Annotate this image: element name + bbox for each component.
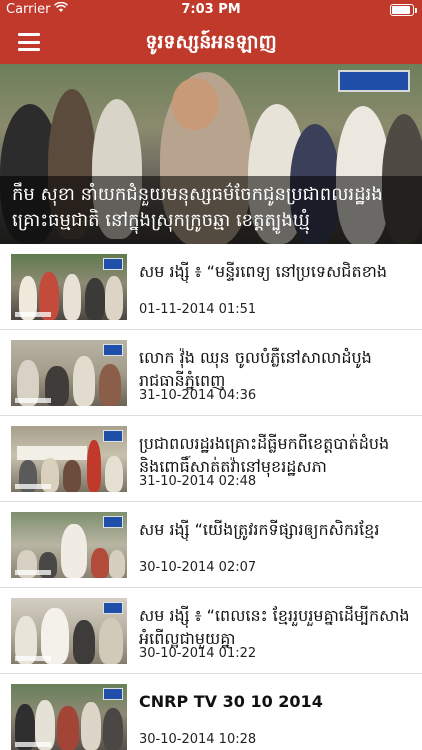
news-thumbnail (11, 684, 127, 750)
news-item[interactable]: CNRP TV 30 10 2014 30-10-2014 10:28 (0, 674, 422, 750)
news-item[interactable]: ប្រជាពលរដ្ឋរងគ្រោះដីធ្លីមកពីខេត្តបាត់ដំប… (0, 416, 422, 502)
news-item[interactable]: សម រង្ស៊ី “យើងត្រូវរកទីផ្សារឲ្យកសិករខ្មែ… (0, 502, 422, 588)
battery-icon (390, 4, 417, 16)
hamburger-menu-icon[interactable] (18, 33, 40, 51)
news-headline: CNRP TV 30 10 2014 (139, 692, 323, 711)
news-headline: លោក វ៉ុង ឈុន ចូលបំភ្លឺនៅសាលាដំបូងរាជធានី… (139, 348, 372, 390)
news-headline: ប្រជាពលរដ្ឋរងគ្រោះដីធ្លីមកពីខេត្តបាត់ដំប… (139, 434, 390, 476)
news-date: 30-10-2014 01:22 (139, 646, 257, 661)
news-headline: សម រង្ស៊ី “យើងត្រូវរកទីផ្សារឲ្យកសិករខ្មែ… (139, 520, 380, 539)
news-thumbnail (11, 512, 127, 578)
news-list: សម រង្ស៊ី ៖ “មន្ទីរពេទ្យ នៅប្រទេសជិតខាង … (0, 244, 422, 750)
news-date: 30-10-2014 10:28 (139, 732, 257, 747)
news-headline: សម រង្ស៊ី ៖ “ពេលនេះ ខ្មែររួបរួមគ្នាដើម្ប… (139, 606, 410, 648)
news-date: 31-10-2014 04:36 (139, 388, 257, 403)
status-bar: Carrier 7:03 PM (0, 0, 422, 20)
news-item[interactable]: សម រង្ស៊ី ៖ “មន្ទីរពេទ្យ នៅប្រទេសជិតខាង … (0, 244, 422, 330)
status-time: 7:03 PM (181, 2, 241, 17)
page-title: ទូរទស្សន៍អនឡាញ (145, 31, 277, 53)
featured-headline: កឹម សុខា នាំយកជំនួយមនុស្សធម៌ចែកជូនប្រជាព… (12, 184, 383, 231)
news-thumbnail (11, 254, 127, 320)
channel-logo (338, 70, 410, 92)
news-date: 01-11-2014 01:51 (139, 302, 257, 317)
news-thumbnail (11, 340, 127, 406)
news-headline: សម រង្ស៊ី ៖ “មន្ទីរពេទ្យ នៅប្រទេសជិតខាង (139, 262, 388, 281)
news-date: 30-10-2014 02:07 (139, 560, 257, 575)
navigation-bar: ទូរទស្សន៍អនឡាញ (0, 20, 422, 64)
news-item[interactable]: លោក វ៉ុង ឈុន ចូលបំភ្លឺនៅសាលាដំបូងរាជធានី… (0, 330, 422, 416)
news-thumbnail (11, 426, 127, 492)
news-date: 31-10-2014 02:48 (139, 474, 257, 489)
battery-fill (392, 6, 410, 14)
news-item[interactable]: សម រង្ស៊ី ៖ “ពេលនេះ ខ្មែររួបរួមគ្នាដើម្ប… (0, 588, 422, 674)
featured-story[interactable]: កឹម សុខា នាំយកជំនួយមនុស្សធម៌ចែកជូនប្រជាព… (0, 64, 422, 244)
news-thumbnail (11, 598, 127, 664)
